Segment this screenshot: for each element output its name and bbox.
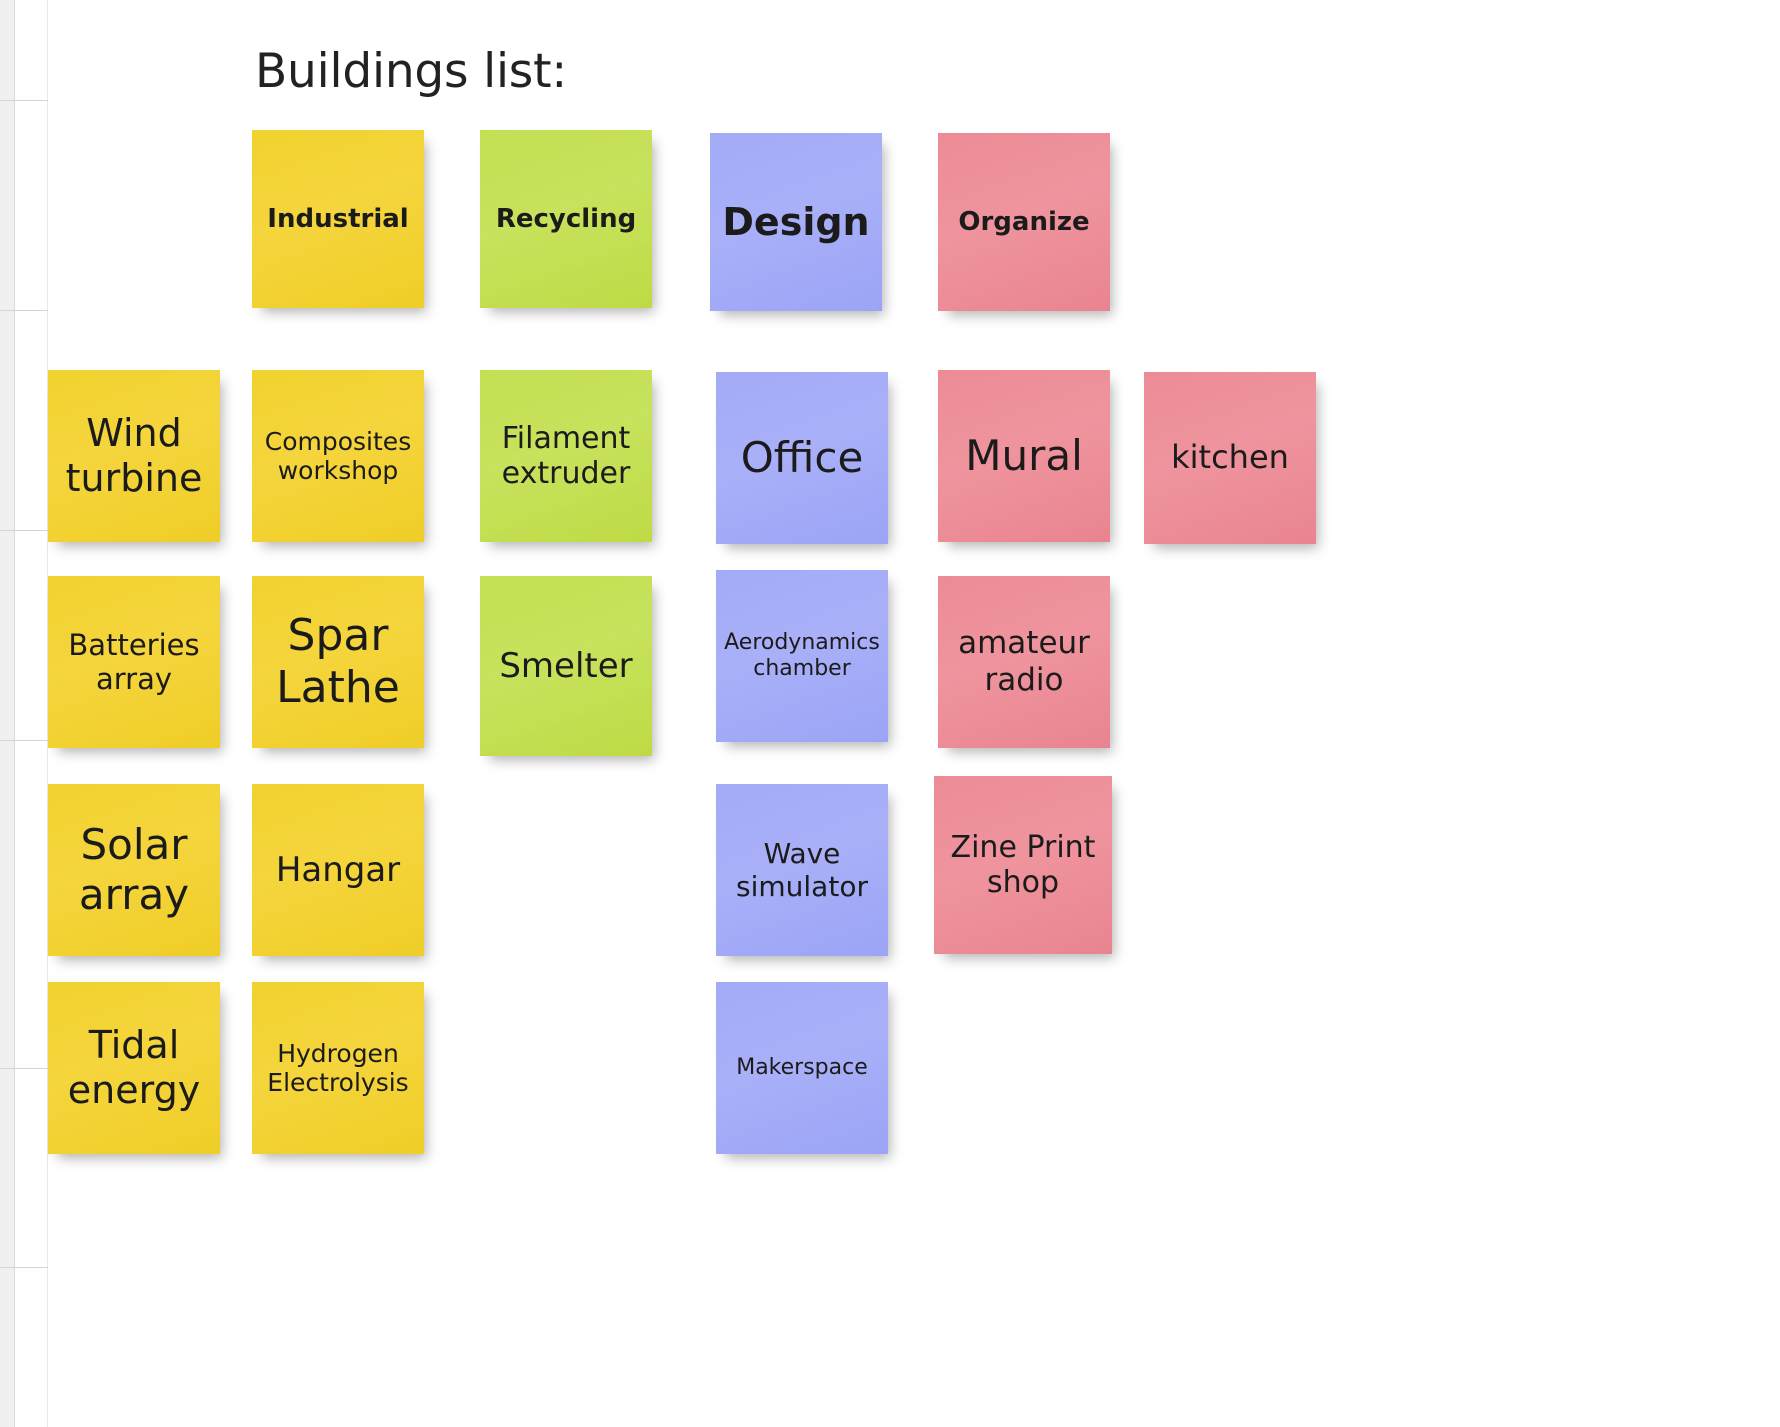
note-mural[interactable]: Mural [938, 370, 1110, 542]
note-hangar-label: Hangar [275, 849, 401, 890]
note-solar-array[interactable]: Solar array [48, 784, 220, 956]
note-filament-extruder[interactable]: Filament extruder [480, 370, 652, 542]
note-batteries-array-label: Batteries array [68, 627, 200, 696]
note-zine-print-shop-label: Zine Print shop [950, 829, 1096, 900]
note-office-label: Office [740, 433, 864, 483]
note-hydrogen-electrolysis-label: Hydrogen Electrolysis [267, 1038, 409, 1098]
note-spar-lathe[interactable]: Spar Lathe [252, 576, 424, 748]
note-header-industrial[interactable]: Industrial [252, 130, 424, 308]
note-wave-simulator-label: Wave simulator [736, 836, 868, 903]
note-wind-turbine[interactable]: Wind turbine [48, 370, 220, 542]
note-solar-array-label: Solar array [78, 820, 190, 919]
note-amateur-radio[interactable]: amateur radio [938, 576, 1110, 748]
note-aerodynamics-chamber-label: Aerodynamics chamber [724, 630, 880, 681]
note-batteries-array[interactable]: Batteries array [48, 576, 220, 748]
note-smelter[interactable]: Smelter [480, 576, 652, 756]
note-header-recycling-label: Recycling [495, 203, 637, 234]
note-header-industrial-label: Industrial [267, 203, 409, 234]
note-aerodynamics-chamber[interactable]: Aerodynamics chamber [716, 570, 888, 742]
note-hangar[interactable]: Hangar [252, 784, 424, 956]
note-composites-workshop-label: Composites workshop [264, 426, 412, 486]
page-title: Buildings list: [255, 44, 567, 99]
note-header-design-label: Design [722, 199, 870, 244]
note-tidal-energy-label: Tidal energy [67, 1023, 201, 1112]
note-zine-print-shop[interactable]: Zine Print shop [934, 776, 1112, 954]
note-header-recycling[interactable]: Recycling [480, 130, 652, 308]
note-tidal-energy[interactable]: Tidal energy [48, 982, 220, 1154]
sticky-note-board[interactable]: Buildings list: Industrial Recycling Desig… [0, 0, 1780, 1427]
note-kitchen[interactable]: kitchen [1144, 372, 1316, 544]
note-spar-lathe-label: Spar Lathe [276, 610, 400, 713]
note-filament-extruder-label: Filament extruder [501, 420, 631, 491]
note-office[interactable]: Office [716, 372, 888, 544]
note-kitchen-label: kitchen [1171, 438, 1289, 477]
note-amateur-radio-label: amateur radio [958, 625, 1090, 698]
note-composites-workshop[interactable]: Composites workshop [252, 370, 424, 542]
note-hydrogen-electrolysis[interactable]: Hydrogen Electrolysis [252, 982, 424, 1154]
note-header-organize[interactable]: Organize [938, 133, 1110, 311]
note-header-design[interactable]: Design [710, 133, 882, 311]
note-wind-turbine-label: Wind turbine [65, 411, 203, 500]
note-wave-simulator[interactable]: Wave simulator [716, 784, 888, 956]
note-smelter-label: Smelter [499, 645, 633, 686]
note-mural-label: Mural [965, 431, 1083, 481]
note-makerspace-label: Makerspace [736, 1055, 868, 1081]
note-makerspace[interactable]: Makerspace [716, 982, 888, 1154]
note-header-organize-label: Organize [958, 206, 1090, 237]
